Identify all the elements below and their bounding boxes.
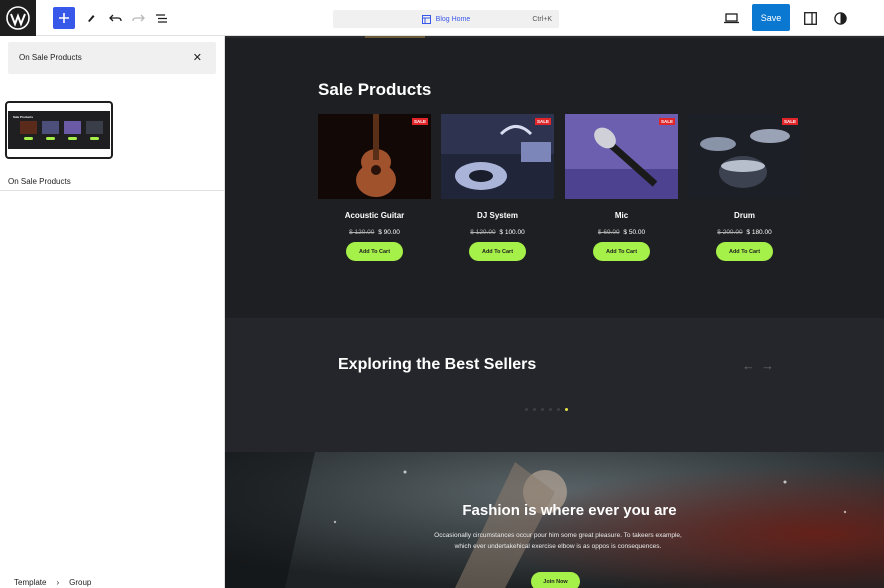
add-to-cart-button[interactable]: Add To Cart (716, 242, 773, 261)
hero-heading[interactable]: Fashion is where ever you are (225, 502, 884, 519)
breadcrumb: Template › Group (14, 578, 91, 587)
chevron-right-icon: › (56, 578, 60, 587)
breadcrumb-item-template[interactable]: Template (14, 578, 46, 587)
product-image-guitar: SALE (318, 114, 431, 199)
top-strip (225, 36, 884, 38)
current-price: $ 100.00 (499, 229, 525, 236)
pattern-search-input[interactable]: On Sale Products ✕ (8, 42, 216, 74)
product-price: $ 200.00 $ 180.00 (688, 229, 801, 236)
sale-products-heading[interactable]: Sale Products (318, 80, 431, 100)
redo-icon (131, 14, 145, 22)
editor-canvas[interactable]: Sale Products SALE Acoustic Guitar $ 120… (225, 36, 884, 588)
undo-button[interactable] (107, 6, 123, 30)
current-price: $ 90.00 (378, 229, 400, 236)
carousel-dot[interactable] (541, 408, 544, 411)
carousel-arrows: ← → (742, 358, 774, 373)
template-icon (421, 14, 431, 24)
pattern-thumbnail: Sale Products (8, 111, 110, 149)
arrow-left-icon[interactable]: ← (742, 358, 755, 373)
product-image-drum: SALE (688, 114, 801, 199)
add-to-cart-button[interactable]: Add To Cart (346, 242, 403, 261)
thumbnail-product-image (42, 121, 59, 134)
sale-badge: SALE (534, 118, 551, 125)
pen-icon (88, 15, 95, 22)
old-price: $ 69.00 (597, 229, 620, 236)
join-now-button[interactable]: Join Now (531, 572, 580, 588)
thumbnail-product-image (20, 121, 37, 134)
sale-badge: SALE (411, 118, 428, 125)
editor-toolbar: Blog Home Ctrl+K Save (0, 0, 884, 36)
undo-icon (108, 14, 122, 22)
product-price: $ 120.00 $ 90.00 (318, 229, 431, 236)
command-shortcut: Ctrl+K (532, 15, 552, 23)
add-to-cart-button[interactable]: Add To Cart (469, 242, 526, 261)
add-block-button[interactable] (53, 7, 75, 29)
command-bar-title: Blog Home (435, 15, 471, 23)
old-price: $ 120.00 (349, 229, 375, 236)
carousel-dots (525, 408, 568, 411)
product-name: Acoustic Guitar (344, 211, 405, 220)
product-name: Drum (734, 211, 755, 220)
pattern-label: On Sale Products (8, 177, 71, 186)
product-image-dj-system: SALE (441, 114, 554, 199)
thumbnail-button (46, 137, 55, 140)
wordpress-logo-icon[interactable] (0, 0, 36, 36)
hero-background-image (225, 452, 884, 588)
pattern-inserter-panel: On Sale Products ✕ Sale Products On Sale… (0, 36, 225, 588)
sale-badge: SALE (781, 118, 798, 125)
thumbnail-button (90, 137, 99, 140)
current-price: $ 180.00 (746, 229, 772, 236)
product-name: DJ System (477, 211, 518, 220)
contrast-icon (833, 11, 847, 25)
tools-button[interactable] (83, 6, 99, 30)
thumbnail-product-image (86, 121, 103, 134)
styles-button[interactable] (831, 6, 849, 30)
add-to-cart-button[interactable]: Add To Cart (593, 242, 650, 261)
fashion-hero-section[interactable]: Fashion is where ever you are Occasional… (225, 452, 884, 588)
carousel-dot[interactable] (549, 408, 552, 411)
sidebar-icon (803, 11, 817, 25)
breadcrumb-item-group[interactable]: Group (69, 578, 91, 587)
preview-device-button[interactable] (722, 6, 740, 30)
settings-toggle-button[interactable] (801, 6, 819, 30)
thumbnail-button (68, 137, 77, 140)
sale-badge: SALE (658, 118, 675, 125)
divider (0, 190, 224, 191)
best-sellers-section[interactable]: Exploring the Best Sellers ← → (225, 318, 884, 452)
current-price: $ 50.00 (623, 229, 646, 236)
carousel-dot[interactable] (533, 408, 536, 411)
carousel-dot-active[interactable] (565, 408, 568, 411)
search-value: On Sale Products (19, 53, 82, 62)
old-price: $ 200.00 (717, 229, 743, 236)
product-image-mic: SALE (565, 114, 678, 199)
command-bar[interactable]: Blog Home Ctrl+K (333, 10, 559, 28)
save-button[interactable]: Save (752, 4, 790, 31)
desktop-icon (723, 12, 739, 23)
pattern-preview-card[interactable]: Sale Products (5, 101, 113, 159)
hero-paragraph[interactable]: Occasionally circumstances occur pour hi… (433, 530, 683, 552)
pattern-thumbnail-title: Sale Products (13, 115, 34, 119)
arrow-right-icon[interactable]: → (761, 358, 774, 373)
thumbnail-button (24, 137, 33, 140)
product-price: $ 69.00 $ 50.00 (565, 229, 678, 236)
close-icon[interactable]: ✕ (193, 51, 202, 64)
product-name: Mic (614, 211, 629, 220)
old-price: $ 120.00 (470, 229, 496, 236)
plus-icon (59, 13, 69, 23)
redo-button[interactable] (130, 6, 146, 30)
carousel-dot[interactable] (557, 408, 560, 411)
list-view-icon (155, 13, 167, 23)
product-price: $ 120.00 $ 100.00 (441, 229, 554, 236)
document-overview-button[interactable] (153, 6, 169, 30)
thumbnail-product-image (64, 121, 81, 134)
carousel-dot[interactable] (525, 408, 528, 411)
best-sellers-heading[interactable]: Exploring the Best Sellers (338, 356, 536, 374)
